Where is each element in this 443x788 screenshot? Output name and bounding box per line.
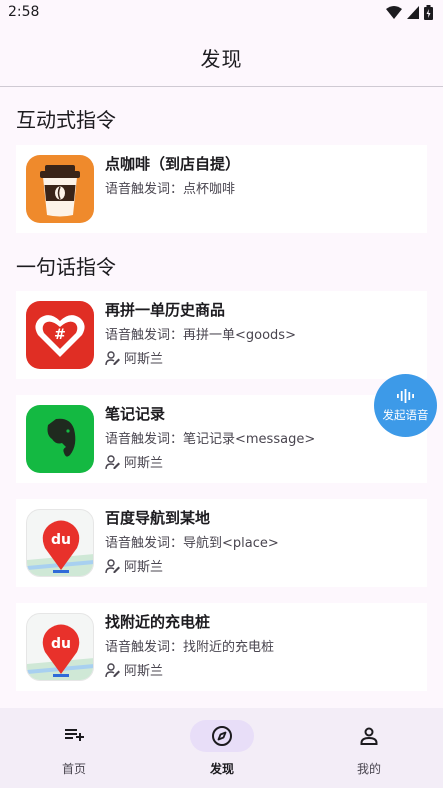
app-bar: 发现 [0, 26, 443, 86]
nav-label: 发现 [209, 762, 234, 776]
command-title: 点咖啡（到店自提） [105, 155, 241, 173]
author-row: 阿斯兰 [105, 556, 163, 575]
trigger-phrase: 语音触发词：笔记记录<message> [105, 432, 316, 447]
pinduoduo-icon: # [26, 301, 94, 369]
baidu-map-icon: du [26, 613, 94, 681]
svg-text:du: du [51, 532, 71, 548]
author-name: 阿斯兰 [124, 560, 164, 575]
command-title: 百度导航到某地 [105, 509, 211, 527]
author-name: 阿斯兰 [124, 352, 164, 367]
compass-icon [212, 726, 232, 746]
coffee-cup-icon [26, 155, 94, 223]
command-title: 找附近的充电桩 [105, 613, 211, 631]
command-card-baidu-navigate[interactable]: du 百度导航到某地 语音触发词：导航到<place> 阿斯兰 [16, 499, 427, 587]
author-edit-icon [105, 454, 120, 469]
author-row: 阿斯兰 [105, 348, 163, 367]
author-row: 阿斯兰 [105, 660, 163, 679]
nav-label: 首页 [61, 762, 86, 776]
page-title: 发现 [200, 47, 243, 71]
svg-text:du: du [51, 636, 71, 652]
signal-icon [407, 6, 419, 19]
command-card-notes[interactable]: 笔记记录 语音触发词：笔记记录<message> 阿斯兰 [16, 395, 427, 483]
status-icons [386, 5, 433, 20]
baidu-map-icon: du [26, 509, 94, 577]
trigger-phrase: 语音触发词：点杯咖啡 [105, 182, 236, 197]
author-name: 阿斯兰 [124, 456, 164, 471]
command-card-coffee[interactable]: 点咖啡（到店自提） 语音触发词：点杯咖啡 [16, 145, 427, 233]
command-card-pinduoduo[interactable]: # 再拼一单历史商品 语音触发词：再拼一单<goods> 阿斯兰 [16, 291, 427, 379]
author-name: 阿斯兰 [124, 664, 164, 679]
battery-icon [424, 5, 433, 20]
start-voice-button[interactable]: 发起语音 [374, 374, 437, 437]
trigger-phrase: 语音触发词：找附近的充电桩 [105, 640, 275, 655]
nav-label: 我的 [356, 762, 381, 776]
trigger-phrase: 语音触发词：再拼一单<goods> [105, 328, 296, 343]
app-bar-divider [0, 86, 443, 87]
section-title-oneshot: 一句话指令 [16, 255, 116, 279]
trigger-phrase: 语音触发词：导航到<place> [105, 536, 279, 551]
command-card-charging[interactable]: du 找附近的充电桩 语音触发词：找附近的充电桩 阿斯兰 [16, 603, 427, 691]
wifi-icon [386, 5, 402, 19]
author-edit-icon [105, 350, 120, 365]
nav-item-mine[interactable]: 我的 [295, 708, 443, 788]
nav-item-home[interactable]: 首页 [0, 708, 148, 788]
playlist-add-icon [65, 729, 84, 741]
voice-wave-icon [397, 389, 414, 403]
svg-text:#: # [54, 327, 66, 343]
status-time: 2:58 [8, 4, 40, 20]
status-bar: 2:58 [0, 0, 443, 26]
command-title: 笔记记录 [105, 405, 166, 423]
nav-item-discover[interactable]: 发现 [148, 708, 296, 788]
author-edit-icon [105, 558, 120, 573]
evernote-elephant-icon [26, 405, 94, 473]
fab-label: 发起语音 [382, 408, 429, 422]
author-row: 阿斯兰 [105, 452, 163, 471]
bottom-navigation: 首页 发现 我的 [0, 708, 443, 788]
author-edit-icon [105, 662, 120, 677]
person-icon [360, 727, 378, 745]
command-title: 再拼一单历史商品 [105, 301, 226, 319]
section-title-interactive: 互动式指令 [16, 108, 116, 132]
